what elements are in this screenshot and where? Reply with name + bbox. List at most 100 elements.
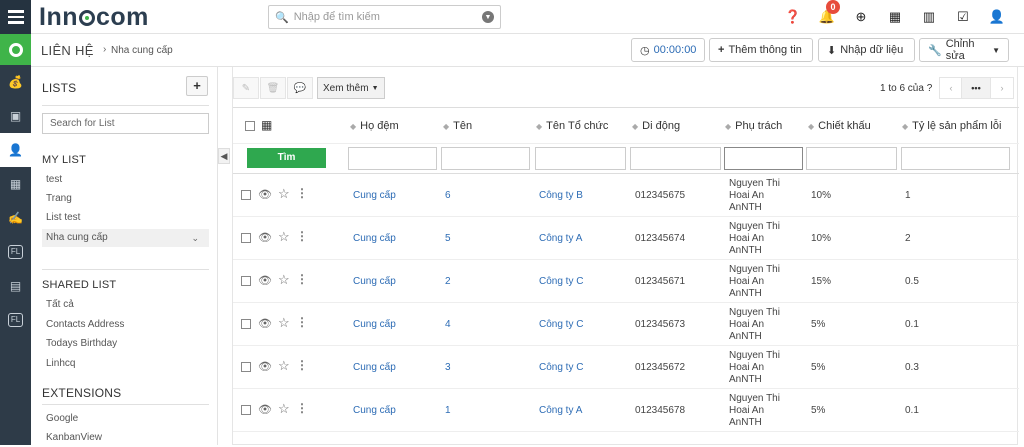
row-checkbox[interactable] xyxy=(241,233,251,243)
eye-icon[interactable]: 👁 xyxy=(258,360,272,373)
dashboard-icon[interactable] xyxy=(0,34,31,65)
timer-button[interactable]: ◷ 00:00:00 xyxy=(631,38,705,62)
table-row[interactable]: 👁 ☆ ⋮ Cung cấp 2 Công ty C 012345671 Ngu… xyxy=(233,260,1019,303)
cell-to-chuc[interactable]: Công ty A xyxy=(539,405,582,416)
filter-ty-le-input[interactable] xyxy=(901,147,1010,170)
header-ho-dem[interactable]: ◆ Họ đệm xyxy=(350,120,399,132)
filter-ten-input[interactable] xyxy=(441,147,530,170)
header-phu-trach[interactable]: ◆ Phụ trách xyxy=(725,120,782,132)
bar-chart-icon[interactable]: ▥ xyxy=(912,9,946,25)
notebook-icon[interactable]: ▣ xyxy=(0,99,31,133)
cell-ten[interactable]: 2 xyxy=(445,276,451,287)
cell-ho-dem[interactable]: Cung cấp xyxy=(353,319,396,330)
header-di-dong[interactable]: ◆ Di động xyxy=(632,120,680,132)
star-icon[interactable]: ☆ xyxy=(278,229,290,245)
money-bag-icon[interactable]: 💰 xyxy=(0,65,31,99)
filter-phu-trach-input[interactable] xyxy=(724,147,803,170)
next-page-icon[interactable]: › xyxy=(990,77,1014,99)
more-pages-button[interactable]: ••• xyxy=(961,77,991,99)
logo[interactable]: Inn com xyxy=(39,3,149,32)
sidebar-item-google[interactable]: Google xyxy=(42,410,209,428)
cell-to-chuc[interactable]: Công ty B xyxy=(539,190,583,201)
header-ty-le[interactable]: ◆ Tỷ lệ sản phẩm lỗi xyxy=(902,120,1001,132)
row-checkbox[interactable] xyxy=(241,405,251,415)
add-info-button[interactable]: + Thêm thông tin xyxy=(709,38,813,62)
star-icon[interactable]: ☆ xyxy=(278,272,290,288)
checkbox-icon[interactable]: ☑ xyxy=(946,9,980,25)
comment-icon[interactable]: 💬 xyxy=(287,77,313,99)
sidebar-item-nha-cung-cap[interactable]: Nha cung cấp ⌄ xyxy=(42,229,209,247)
star-icon[interactable]: ☆ xyxy=(278,315,290,331)
cell-ho-dem[interactable]: Cung cấp xyxy=(353,276,396,287)
eye-icon[interactable]: 👁 xyxy=(258,317,272,330)
building-icon[interactable]: ▦ xyxy=(0,167,31,201)
more-vertical-icon[interactable]: ⋮ xyxy=(296,358,308,372)
row-checkbox[interactable] xyxy=(241,190,251,200)
eye-icon[interactable]: 👁 xyxy=(258,188,272,201)
sidebar-item-test[interactable]: test xyxy=(42,171,209,189)
cell-to-chuc[interactable]: Công ty A xyxy=(539,233,582,244)
sidebar-item-kanbanview[interactable]: KanbanView xyxy=(42,429,209,447)
help-icon[interactable]: ❓ xyxy=(776,9,810,25)
hamburger-menu-icon[interactable] xyxy=(0,0,31,34)
more-vertical-icon[interactable]: ⋮ xyxy=(296,229,308,243)
cell-to-chuc[interactable]: Công ty C xyxy=(539,362,583,373)
sidebar-item-tat-ca[interactable]: Tất cả xyxy=(42,296,209,314)
cell-ten[interactable]: 5 xyxy=(445,233,451,244)
eye-icon[interactable]: 👁 xyxy=(258,274,272,287)
pencil-icon[interactable]: ✎ xyxy=(233,77,259,99)
star-icon[interactable]: ☆ xyxy=(278,358,290,374)
fl-icon-2[interactable]: FL xyxy=(0,303,31,337)
row-checkbox[interactable] xyxy=(241,362,251,372)
collapse-sidebar-button[interactable]: ◀ xyxy=(218,148,230,164)
sidebar-item-contacts-address[interactable]: Contacts Address xyxy=(42,316,209,334)
more-vertical-icon[interactable]: ⋮ xyxy=(296,401,308,415)
chevron-down-icon[interactable]: ⌄ xyxy=(191,229,199,247)
grid-view-icon[interactable]: ▦ xyxy=(261,118,272,132)
star-icon[interactable]: ☆ xyxy=(278,401,290,417)
more-button[interactable]: Xem thêm ▼ xyxy=(317,77,385,99)
handshake-icon[interactable]: ✍ xyxy=(0,201,31,235)
table-row[interactable]: 👁 ☆ ⋮ Cung cấp 4 Công ty C 012345673 Ngu… xyxy=(233,303,1019,346)
cell-ten[interactable]: 1 xyxy=(445,405,451,416)
invoice-icon[interactable]: ▤ xyxy=(0,269,31,303)
chevron-down-icon[interactable]: ▼ xyxy=(482,11,494,23)
table-row[interactable]: 👁 ☆ ⋮ Cung cấp 3 Công ty C 012345672 Ngu… xyxy=(233,346,1019,389)
edit-button[interactable]: 🔧 Chỉnh sửa ▼ xyxy=(919,38,1009,62)
eye-icon[interactable]: 👁 xyxy=(258,403,272,416)
cell-ho-dem[interactable]: Cung cấp xyxy=(353,190,396,201)
header-chiet-khau[interactable]: ◆ Chiết khấu xyxy=(808,120,871,132)
more-vertical-icon[interactable]: ⋮ xyxy=(296,315,308,329)
row-checkbox[interactable] xyxy=(241,276,251,286)
bell-icon[interactable]: 🔔 0 xyxy=(810,0,844,25)
header-to-chuc[interactable]: ◆ Tên Tổ chức xyxy=(536,120,608,132)
user-check-icon[interactable]: 👤 xyxy=(980,9,1014,25)
sidebar-item-list-test[interactable]: List test xyxy=(42,209,209,227)
select-all-checkbox[interactable] xyxy=(245,121,255,131)
cell-ho-dem[interactable]: Cung cấp xyxy=(353,405,396,416)
row-checkbox[interactable] xyxy=(241,319,251,329)
search-button[interactable]: Tìm xyxy=(247,148,326,168)
more-vertical-icon[interactable]: ⋮ xyxy=(296,186,308,200)
sidebar-item-todays-birthday[interactable]: Todays Birthday xyxy=(42,335,209,353)
more-vertical-icon[interactable]: ⋮ xyxy=(296,272,308,286)
plus-circle-icon[interactable]: ⊕ xyxy=(844,9,878,25)
eye-icon[interactable]: 👁 xyxy=(258,231,272,244)
cell-to-chuc[interactable]: Công ty C xyxy=(539,276,583,287)
star-icon[interactable]: ☆ xyxy=(278,186,290,202)
table-row[interactable]: 👁 ☆ ⋮ Cung cấp 6 Công ty B 012345675 Ngu… xyxy=(233,174,1019,217)
fl-icon[interactable]: FL xyxy=(0,235,31,269)
filter-chiet-khau-input[interactable] xyxy=(806,147,897,170)
cell-ten[interactable]: 3 xyxy=(445,362,451,373)
trash-icon[interactable]: 🗑 xyxy=(260,77,286,99)
filter-to-chuc-input[interactable] xyxy=(535,147,626,170)
calendar-icon[interactable]: ▦ xyxy=(878,9,912,25)
cell-to-chuc[interactable]: Công ty C xyxy=(539,319,583,330)
import-data-button[interactable]: ⬇ Nhập dữ liệu xyxy=(818,38,915,62)
cell-ho-dem[interactable]: Cung cấp xyxy=(353,233,396,244)
add-list-button[interactable]: + xyxy=(186,76,208,96)
list-search-input[interactable]: Search for List xyxy=(42,113,209,134)
table-row[interactable]: 👁 ☆ ⋮ Cung cấp 1 Công ty A 012345678 Ngu… xyxy=(233,389,1019,432)
cell-ho-dem[interactable]: Cung cấp xyxy=(353,362,396,373)
filter-ho-dem-input[interactable] xyxy=(348,147,437,170)
